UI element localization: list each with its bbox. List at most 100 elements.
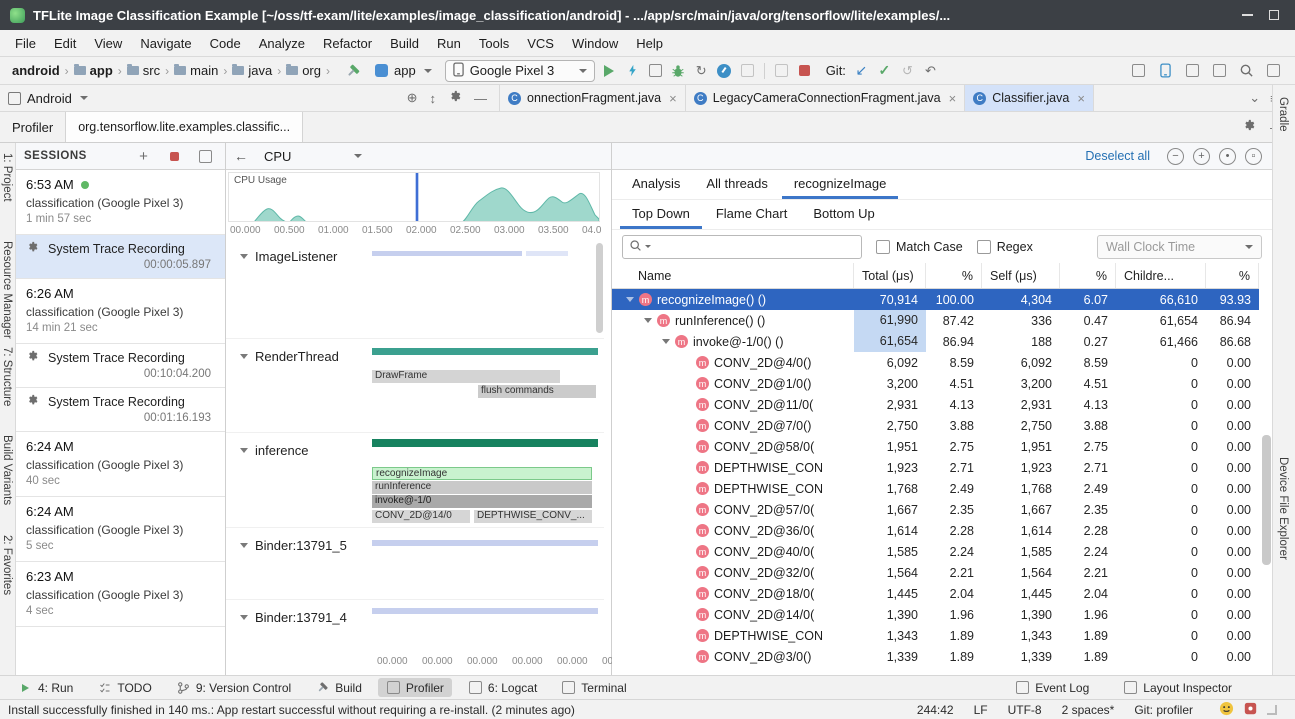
trace-event-recognizeimage[interactable]: recognizeImage — [372, 467, 592, 480]
profile-icon[interactable] — [715, 61, 734, 80]
trace-event-drawframe[interactable]: DrawFrame — [372, 370, 560, 383]
table-scrollbar[interactable] — [1260, 435, 1271, 673]
thread-row-imagelistener[interactable]: ImageListener — [226, 239, 604, 339]
column-header--4[interactable]: % — [1060, 263, 1116, 288]
breadcrumb-app[interactable]: app — [72, 63, 115, 78]
regex-checkbox[interactable]: Regex — [977, 240, 1033, 254]
expand-icon[interactable] — [662, 339, 670, 344]
expand-icon[interactable] — [626, 297, 634, 302]
table-row-conv-2d-1-0[interactable]: mCONV_2D@1/0()3,2004.513,2004.5100.00 — [612, 373, 1259, 394]
search-everywhere-icon[interactable] — [1237, 61, 1256, 80]
apply-code-changes-icon[interactable] — [646, 61, 665, 80]
thread-row-renderthread[interactable]: RenderThread DrawFrame flush commands — [226, 339, 604, 433]
menu-item-window[interactable]: Window — [563, 32, 627, 55]
search-options-icon[interactable] — [645, 245, 651, 248]
table-row-conv-2d-32-0[interactable]: mCONV_2D@32/0(1,5642.211,5642.2100.00 — [612, 562, 1259, 583]
project-view-selector[interactable]: Android — [27, 91, 72, 106]
analysis-tab-all-threads[interactable]: All threads — [694, 170, 779, 199]
device-manager-icon[interactable] — [1156, 61, 1175, 80]
locate-file-icon[interactable]: ⊕ — [407, 90, 418, 106]
column-header--6[interactable]: % — [1206, 263, 1259, 288]
sdk-manager-icon[interactable] — [1210, 61, 1229, 80]
column-header-name[interactable]: Name — [612, 263, 854, 288]
git-commit-icon[interactable]: ✓ — [875, 61, 894, 80]
breadcrumb-main[interactable]: main — [172, 63, 220, 78]
menu-item-build[interactable]: Build — [381, 32, 428, 55]
editor-tab-legacycameraconnectionfragment-java[interactable]: CLegacyCameraConnectionFragment.java× — [686, 85, 966, 111]
import-recording-icon[interactable] — [196, 147, 215, 166]
recording-item[interactable]: System Trace Recording00:00:05.897 — [16, 235, 225, 279]
zoom-out-icon[interactable]: − — [1167, 148, 1184, 165]
profiler-session-tab[interactable]: org.tensorflow.lite.examples.classific..… — [65, 112, 303, 142]
trace-event-flush-commands[interactable]: flush commands — [478, 385, 596, 398]
gear-icon[interactable] — [448, 90, 462, 107]
toolwindow-button-build-variants[interactable]: Build Variants — [1, 433, 13, 507]
toolwindow-button-device-file-explorer[interactable]: Device File Explorer — [1277, 455, 1289, 562]
toolwindow-button-9-version-control[interactable]: 9: Version Control — [168, 678, 299, 697]
clock-mode-select[interactable]: Wall Clock Time — [1097, 235, 1262, 259]
git-history-icon[interactable]: ↺ — [898, 61, 917, 80]
breadcrumb-src[interactable]: src — [125, 63, 162, 78]
analysis-subtab-bottom-up[interactable]: Bottom Up — [801, 200, 886, 229]
zoom-in-icon[interactable]: + — [1193, 148, 1210, 165]
recording-item[interactable]: System Trace Recording00:01:16.193 — [16, 388, 225, 432]
toolwindow-button-build[interactable]: Build — [307, 678, 370, 697]
filter-search-field[interactable] — [622, 235, 862, 259]
collapse-icon[interactable] — [240, 254, 248, 259]
search-input[interactable] — [654, 240, 855, 254]
toolwindow-button-resource-manager[interactable]: Resource Manager — [1, 239, 13, 341]
trace-event-invoke[interactable]: invoke@-1/0 — [372, 495, 592, 508]
toolwindow-button-2-favorites[interactable]: 2: Favorites — [1, 533, 13, 597]
menu-item-analyze[interactable]: Analyze — [250, 32, 314, 55]
menu-item-run[interactable]: Run — [428, 32, 470, 55]
analysis-subtab-top-down[interactable]: Top Down — [620, 200, 702, 229]
session-item[interactable]: 6:53 AMclassification (Google Pixel 3)1 … — [16, 170, 225, 235]
toolwindow-button-4-run[interactable]: 4: Run — [10, 678, 81, 697]
toolwindow-button-6-logcat[interactable]: 6: Logcat — [460, 678, 545, 697]
scrollbar-thumb[interactable] — [1262, 435, 1271, 565]
menu-item-view[interactable]: View — [85, 32, 131, 55]
minimize-icon[interactable] — [1242, 14, 1253, 16]
thread-row-inference[interactable]: inference recognizeImage runInference in… — [226, 433, 604, 528]
git-update-icon[interactable]: ↙ — [852, 61, 871, 80]
stop-recording-icon[interactable] — [165, 147, 184, 166]
status-widget-244-42[interactable]: 244:42 — [917, 703, 954, 717]
scrollbar-thumb[interactable] — [596, 243, 603, 333]
status-message[interactable]: Install successfully finished in 140 ms.… — [8, 703, 575, 717]
column-header-childre-5[interactable]: Childre... — [1116, 263, 1206, 288]
menu-item-file[interactable]: File — [6, 32, 45, 55]
toolwindow-button-layout-inspector[interactable]: Layout Inspector — [1115, 678, 1240, 697]
editor-tab-onnectionfragment-java[interactable]: ConnectionFragment.java× — [500, 85, 686, 111]
thread-name[interactable]: Binder:13791_4 — [240, 610, 347, 625]
profiler-type-select[interactable]: CPU — [258, 147, 368, 166]
collapse-all-icon[interactable]: ↕ — [430, 91, 437, 106]
expand-icon[interactable] — [644, 318, 652, 323]
menu-item-navigate[interactable]: Navigate — [131, 32, 200, 55]
column-header-self-s-3[interactable]: Self (μs) — [982, 263, 1060, 288]
notification-icon[interactable] — [1244, 702, 1257, 718]
menu-item-edit[interactable]: Edit — [45, 32, 85, 55]
reset-zoom-icon[interactable]: • — [1219, 148, 1236, 165]
breadcrumb-org[interactable]: org — [284, 63, 323, 78]
build-hammer-icon[interactable] — [344, 61, 363, 80]
debug-icon[interactable] — [669, 61, 688, 80]
breadcrumb-java[interactable]: java — [230, 63, 274, 78]
trace-event-conv2d[interactable]: CONV_2D@14/0 — [372, 510, 470, 523]
maximize-icon[interactable] — [1269, 10, 1279, 20]
thread-row-binder4[interactable]: Binder:13791_4 — [226, 600, 604, 655]
timeline-selection-marker[interactable] — [415, 173, 419, 221]
tab-close-icon[interactable]: × — [669, 91, 677, 106]
column-header-total-s-1[interactable]: Total (μs) — [854, 263, 926, 288]
cpu-usage-chart[interactable]: CPU Usage — [228, 172, 600, 222]
table-row-conv-2d-3-0[interactable]: mCONV_2D@3/0()1,3391.891,3391.8900.00 — [612, 646, 1259, 667]
column-header--2[interactable]: % — [926, 263, 982, 288]
status-widget-lf[interactable]: LF — [974, 703, 988, 717]
recording-item[interactable]: System Trace Recording00:10:04.200 — [16, 344, 225, 388]
trace-event-runinference[interactable]: runInference — [372, 481, 592, 494]
resize-grip-icon[interactable] — [1267, 705, 1277, 715]
table-row-depthwise-con[interactable]: mDEPTHWISE_CON1,9232.711,9232.7100.00 — [612, 457, 1259, 478]
menu-item-code[interactable]: Code — [201, 32, 250, 55]
apply-changes-icon[interactable] — [623, 61, 642, 80]
toolwindow-button-event-log[interactable]: Event Log — [1007, 678, 1097, 697]
thread-name[interactable]: ImageListener — [240, 249, 337, 264]
